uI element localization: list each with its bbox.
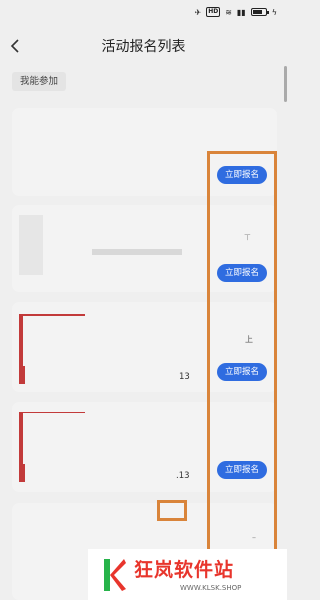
scrollbar[interactable] — [284, 66, 287, 102]
filter-tag[interactable]: 我能参加 — [12, 72, 67, 91]
activity-thumbnail — [19, 412, 85, 482]
page-title: 活动报名列表 — [101, 39, 186, 55]
activity-number: 13 — [179, 372, 190, 382]
nav-bar: 活动报名列表 — [0, 28, 287, 64]
activity-thumbnail — [19, 314, 85, 384]
watermark-name: 狂岚软件站 — [134, 559, 235, 581]
highlight-box — [157, 500, 187, 521]
activity-title-placeholder — [92, 249, 182, 255]
wifi-icon: ≋ — [225, 7, 232, 17]
activity-thumbnail — [19, 215, 43, 275]
charging-icon: ϟ — [271, 7, 277, 17]
watermark: 狂岚软件站 WWW.KLSK.SHOP — [88, 549, 287, 600]
cellular-icon: ▮▮ — [236, 7, 246, 17]
status-icons: ✈ HD ≋ ▮▮ ϟ — [194, 7, 277, 17]
highlight-box-signup-column — [207, 151, 277, 600]
activity-number: .13 — [176, 471, 190, 481]
watermark-url: WWW.KLSK.SHOP — [180, 584, 242, 592]
hd-icon: HD — [206, 7, 221, 17]
signal-icon: ✈ — [194, 7, 202, 17]
battery-icon — [250, 8, 269, 16]
status-bar: ✈ HD ≋ ▮▮ ϟ — [0, 0, 287, 28]
watermark-logo-icon — [104, 559, 126, 591]
